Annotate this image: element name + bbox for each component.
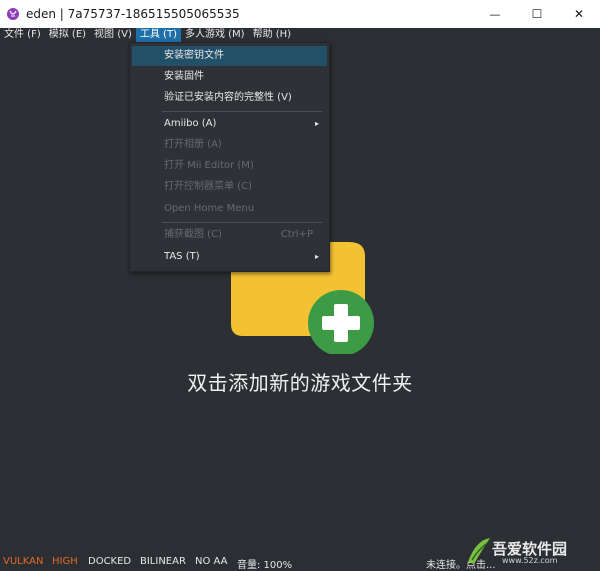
menu-item-controller-menu[interactable]: 打开控制器菜单 (C) — [132, 177, 327, 197]
menu-separator — [162, 222, 322, 223]
menu-item-verify-integrity[interactable]: 验证已安装内容的完整性 (V) — [132, 88, 327, 108]
status-filter[interactable]: BILINEAR — [140, 556, 186, 567]
menu-item-label: Open Home Menu — [164, 203, 255, 214]
menu-item-mii-editor[interactable]: 打开 Mii Editor (M) — [132, 156, 327, 176]
menu-item-label: Amiibo (A) — [164, 118, 217, 129]
submenu-arrow-icon: ▸ — [314, 252, 319, 261]
menu-item-open-album[interactable]: 打开相册 (A) — [132, 135, 327, 155]
menu-file[interactable]: 文件 (F) — [0, 28, 45, 42]
menu-item-label: 打开 Mii Editor (M) — [164, 160, 254, 171]
menu-item-capture-screenshot[interactable]: 捕获截图 (C) Ctrl+P — [132, 225, 327, 245]
eden-app-icon — [7, 8, 19, 20]
menu-item-install-keys[interactable]: 安装密钥文件 — [132, 46, 327, 66]
watermark-url: www.52z.com — [502, 556, 558, 565]
status-vulkan[interactable]: VULKAN — [3, 556, 43, 567]
menu-item-install-firmware[interactable]: 安装固件 — [132, 67, 327, 87]
menu-item-tas[interactable]: TAS (T) ▸ — [132, 247, 327, 267]
menu-item-label: TAS (T) — [164, 251, 200, 262]
menu-item-open-home-menu[interactable]: Open Home Menu — [132, 199, 327, 219]
menu-bar: 文件 (F) 模拟 (E) 视图 (V) 工具 (T) 多人游戏 (M) 帮助 … — [0, 28, 600, 42]
title-bar: eden | 7a75737-186515505065535 — ☐ ✕ — [0, 0, 600, 28]
menu-item-label: 安装固件 — [164, 71, 204, 82]
menu-item-amiibo[interactable]: Amiibo (A) ▸ — [132, 114, 327, 134]
status-anti-aliasing[interactable]: NO AA — [195, 556, 228, 567]
status-docked[interactable]: DOCKED — [88, 556, 131, 567]
close-icon: ✕ — [573, 7, 585, 21]
minimize-icon: — — [489, 7, 501, 21]
watermark: 吾爱软件园 www.52z.com — [466, 534, 596, 568]
window-controls: — ☐ ✕ — [474, 0, 600, 28]
menu-separator — [162, 111, 322, 112]
minimize-button[interactable]: — — [474, 0, 516, 28]
status-volume[interactable]: 音量: 100% — [237, 556, 292, 571]
menu-item-label: 捕获截图 (C) — [164, 229, 222, 240]
menu-item-shortcut: Ctrl+P — [280, 229, 313, 240]
window-title: eden | 7a75737-186515505065535 — [26, 7, 240, 21]
watermark-logo-icon — [468, 538, 490, 564]
close-button[interactable]: ✕ — [558, 0, 600, 28]
menu-view[interactable]: 视图 (V) — [90, 28, 136, 42]
tools-dropdown-menu: 安装密钥文件 安装固件 验证已安装内容的完整性 (V) Amiibo (A) ▸… — [129, 42, 330, 272]
menu-tools[interactable]: 工具 (T) — [135, 28, 181, 42]
maximize-button[interactable]: ☐ — [516, 0, 558, 28]
submenu-arrow-icon: ▸ — [314, 119, 319, 128]
menu-multiplayer[interactable]: 多人游戏 (M) — [181, 28, 249, 42]
menu-item-label: 安装密钥文件 — [164, 50, 224, 61]
menu-item-label: 打开相册 (A) — [164, 139, 222, 150]
menu-item-label: 打开控制器菜单 (C) — [164, 181, 252, 192]
empty-list-message: 双击添加新的游戏文件夹 — [187, 371, 413, 395]
menu-emulation[interactable]: 模拟 (E) — [45, 28, 90, 42]
maximize-icon: ☐ — [531, 7, 543, 21]
menu-help[interactable]: 帮助 (H) — [249, 28, 296, 42]
menu-item-label: 验证已安装内容的完整性 (V) — [164, 92, 292, 103]
status-gpu-accuracy[interactable]: HIGH — [52, 556, 78, 567]
